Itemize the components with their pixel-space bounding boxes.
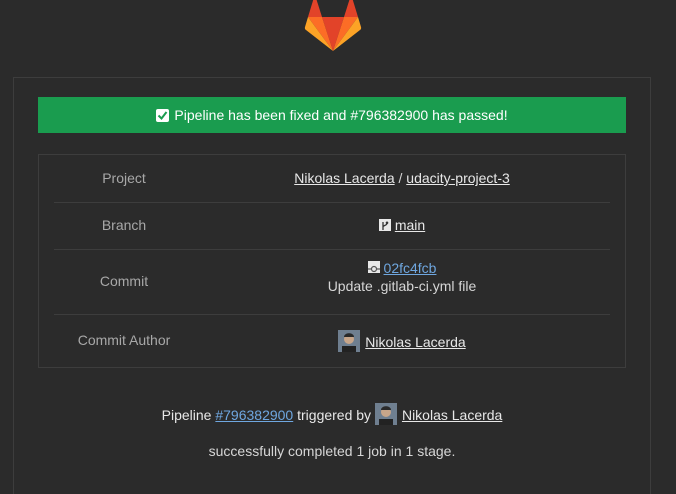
gitlab-logo-icon [304,0,362,51]
commit-icon [367,261,380,273]
success-banner: Pipeline has been fixed and #796382900 h… [38,97,626,133]
banner-text: Pipeline has been fixed and #796382900 h… [174,107,508,123]
commit-row: Commit 02fc4fcb Update .gitlab-ci.yml fi… [54,249,610,315]
check-icon [156,108,170,122]
commit-value: 02fc4fcb Update .gitlab-ci.yml file [194,259,610,295]
author-link[interactable]: Nikolas Lacerda [365,334,465,350]
branch-value: main [194,217,610,233]
trigger-user-link[interactable]: Nikolas Lacerda [402,407,502,423]
author-value: Nikolas Lacerda [194,330,610,352]
pipeline-trigger-line: Pipeline #796382900 triggered by Nikolas… [38,403,626,425]
avatar [374,403,397,425]
project-link[interactable]: udacity-project-3 [406,170,510,186]
branch-icon [378,219,391,231]
branch-link[interactable]: main [395,217,425,233]
pipeline-info-table: Project Nikolas Lacerda / udacity-projec… [38,154,626,368]
project-value: Nikolas Lacerda / udacity-project-3 [194,170,610,186]
pipeline-email-page: Pipeline has been fixed and #796382900 h… [0,0,676,494]
branch-label: Branch [101,217,147,233]
commit-sha-link[interactable]: 02fc4fcb [384,260,437,276]
commit-message: Update .gitlab-ci.yml file [327,278,477,294]
footer-prefix: Pipeline [161,407,212,423]
footer-middle: triggered by [297,407,372,423]
project-label: Project [102,170,146,186]
namespace-link[interactable]: Nikolas Lacerda [294,170,394,186]
pipeline-id-link[interactable]: #796382900 [215,407,293,423]
avatar [338,330,361,352]
commit-label: Commit [99,273,149,289]
pipeline-summary: successfully completed 1 job in 1 stage. [208,443,456,459]
path-separator: / [398,170,403,186]
author-row: Commit Author Nikolas Lacerda [54,314,610,367]
author-label: Commit Author [77,332,171,348]
branch-row: Branch main [54,202,610,250]
project-row: Project Nikolas Lacerda / udacity-projec… [54,155,610,203]
